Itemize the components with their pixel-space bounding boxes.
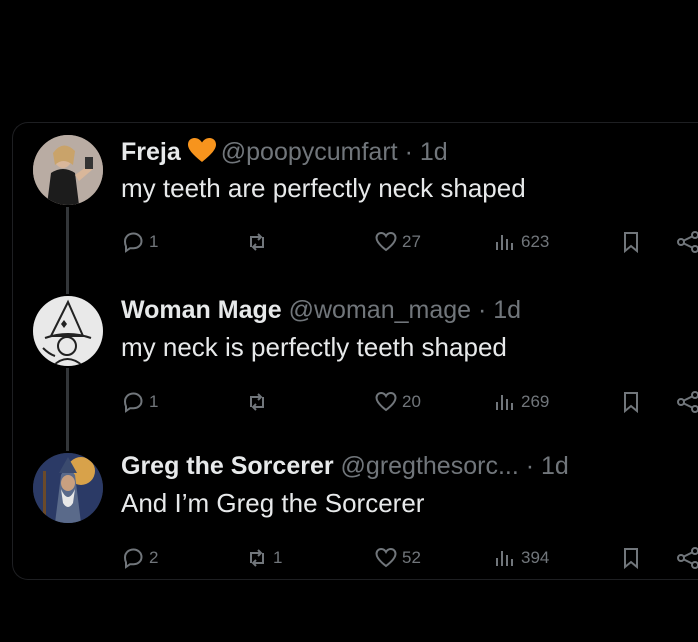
heart-icon xyxy=(375,391,397,412)
like-button[interactable]: 20 xyxy=(374,387,421,417)
views-button[interactable]: 394 xyxy=(493,543,549,573)
heart-icon xyxy=(375,231,397,252)
share-icon xyxy=(677,391,698,413)
timestamp[interactable]: · 1d xyxy=(526,452,569,480)
like-button[interactable]: 52 xyxy=(374,543,421,573)
tweet-text: my neck is perfectly teeth shaped xyxy=(121,332,507,362)
heart-icon xyxy=(375,547,397,568)
display-name[interactable]: Greg the Sorcerer xyxy=(121,452,334,480)
bookmark-icon xyxy=(624,548,638,570)
tweet-header: Greg the Sorcerer @gregthesorc... · 1d xyxy=(121,452,569,481)
bookmark-icon xyxy=(624,392,638,414)
reply-count: 2 xyxy=(149,548,159,567)
bookmark-button[interactable] xyxy=(619,227,643,257)
repost-icon xyxy=(250,233,264,251)
bookmark-button[interactable] xyxy=(619,543,643,573)
repost-button[interactable]: 1 xyxy=(245,543,282,573)
repost-button[interactable] xyxy=(245,227,273,257)
views-count: 269 xyxy=(521,392,550,411)
thread-connector xyxy=(66,368,69,451)
views-count: 394 xyxy=(521,548,550,567)
orange-heart-icon xyxy=(187,137,217,170)
reply-count: 1 xyxy=(149,392,159,411)
repost-icon xyxy=(250,393,264,411)
views-count: 623 xyxy=(521,232,550,251)
reply-icon xyxy=(123,548,143,569)
share-icon xyxy=(677,231,698,253)
repost-button[interactable] xyxy=(245,387,273,417)
avatar[interactable] xyxy=(33,453,103,523)
views-icon xyxy=(496,551,513,566)
avatar[interactable] xyxy=(33,135,103,205)
like-count: 27 xyxy=(402,232,421,251)
share-button[interactable] xyxy=(676,543,698,573)
tweet-header: Freja @poopycumfart · 1d xyxy=(121,137,448,170)
reply-icon xyxy=(123,392,143,413)
like-button[interactable]: 27 xyxy=(374,227,421,257)
repost-icon xyxy=(250,549,264,567)
display-name[interactable]: Freja xyxy=(121,138,181,166)
handle[interactable]: @gregthesorc... xyxy=(341,452,519,480)
bookmark-icon xyxy=(624,232,638,254)
action-bar: 2 1 52 394 xyxy=(121,543,698,573)
thread-connector xyxy=(66,207,69,294)
handle[interactable]: @poopycumfart xyxy=(221,138,398,166)
reply-icon xyxy=(123,232,143,253)
tweet-text: my teeth are perfectly neck shaped xyxy=(121,173,526,203)
action-bar: 1 27 623 xyxy=(121,227,698,257)
tweet-header: Woman Mage @woman_mage · 1d xyxy=(121,296,521,325)
bookmark-button[interactable] xyxy=(619,387,643,417)
share-icon xyxy=(677,547,698,569)
repost-count: 1 xyxy=(273,548,283,567)
avatar[interactable] xyxy=(33,296,103,366)
like-count: 52 xyxy=(402,548,421,567)
timestamp[interactable]: · 1d xyxy=(405,138,448,166)
share-button[interactable] xyxy=(676,227,698,257)
reply-button[interactable]: 1 xyxy=(121,227,158,257)
views-button[interactable]: 623 xyxy=(493,227,549,257)
views-icon xyxy=(496,235,513,250)
share-button[interactable] xyxy=(676,387,698,417)
action-bar: 1 20 269 xyxy=(121,387,698,417)
timestamp[interactable]: · 1d xyxy=(478,296,521,324)
reply-button[interactable]: 1 xyxy=(121,387,158,417)
like-count: 20 xyxy=(402,392,421,411)
views-icon xyxy=(496,395,513,410)
display-name[interactable]: Woman Mage xyxy=(121,296,282,324)
handle[interactable]: @woman_mage xyxy=(289,296,471,324)
tweet-text: And I’m Greg the Sorcerer xyxy=(121,488,425,518)
reply-button[interactable]: 2 xyxy=(121,543,158,573)
reply-count: 1 xyxy=(149,232,159,251)
views-button[interactable]: 269 xyxy=(493,387,549,417)
